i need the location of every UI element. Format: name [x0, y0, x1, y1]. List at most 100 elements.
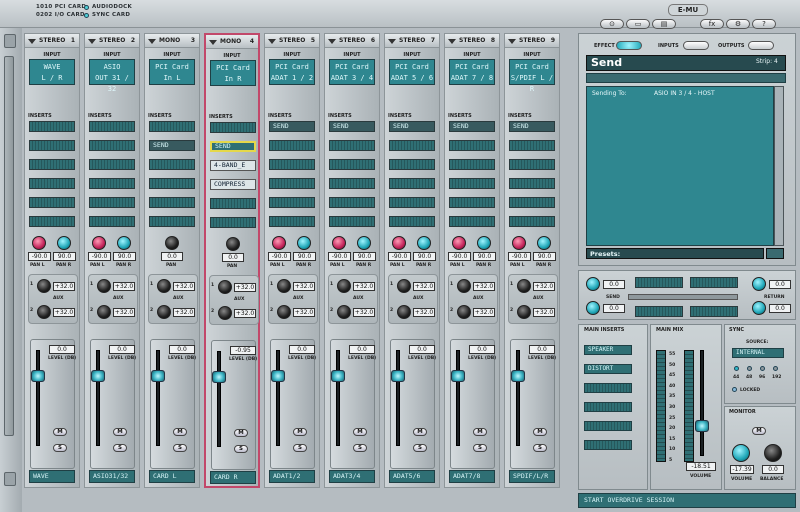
- sync-source[interactable]: INTERNAL: [732, 348, 784, 358]
- insert-slot[interactable]: [149, 121, 195, 132]
- pan-left-value[interactable]: -90.0: [448, 252, 471, 261]
- strip-menu-icon[interactable]: [268, 39, 276, 44]
- solo-button[interactable]: S: [473, 444, 487, 452]
- input-source-display[interactable]: WAVE L / R: [29, 59, 75, 85]
- fader-thumb[interactable]: [511, 370, 525, 382]
- insert-slot[interactable]: [29, 197, 75, 208]
- strip-menu-icon[interactable]: [448, 39, 456, 44]
- aux-1-value[interactable]: +32.0: [473, 282, 495, 291]
- pan-value[interactable]: 0.0: [161, 252, 183, 261]
- fader-track[interactable]: [516, 350, 520, 446]
- aux-2-value[interactable]: +32.0: [53, 308, 75, 317]
- level-value[interactable]: 0.0: [49, 345, 75, 354]
- strip-name[interactable]: WAVE: [29, 470, 75, 483]
- pan-left-value[interactable]: -90.0: [268, 252, 291, 261]
- send-value-2[interactable]: 0.0: [603, 304, 625, 313]
- send-knob-1[interactable]: [586, 277, 600, 291]
- aux-1-knob[interactable]: [397, 279, 411, 293]
- pan-left-knob[interactable]: [272, 236, 286, 250]
- strip-name[interactable]: ADAT3/4: [329, 470, 375, 483]
- input-source-display[interactable]: ASIO OUT 31 / 32: [89, 59, 135, 93]
- insert-slot[interactable]: [29, 121, 75, 132]
- insert-slot[interactable]: [210, 217, 256, 228]
- insert-slot[interactable]: [149, 178, 195, 189]
- aux-2-value[interactable]: +32.0: [293, 308, 315, 317]
- mute-button[interactable]: M: [113, 428, 127, 436]
- strip-menu-icon[interactable]: [148, 39, 156, 44]
- insert-slot[interactable]: [29, 216, 75, 227]
- insert-slot[interactable]: [29, 140, 75, 151]
- aux-1-value[interactable]: +32.0: [113, 282, 135, 291]
- aux-2-value[interactable]: +32.0: [353, 308, 375, 317]
- insert-slot[interactable]: [149, 216, 195, 227]
- pan-right-value[interactable]: 90.0: [413, 252, 436, 261]
- send-value-1[interactable]: 0.0: [603, 280, 625, 289]
- mute-button[interactable]: M: [293, 428, 307, 436]
- scroll-right-icon[interactable]: [4, 472, 16, 486]
- return-knob-1[interactable]: [752, 277, 766, 291]
- monitor-volume-value[interactable]: -17.39: [730, 465, 754, 474]
- mute-button[interactable]: M: [353, 428, 367, 436]
- save-button[interactable]: ▤: [652, 19, 676, 29]
- aux-2-value[interactable]: +32.0: [413, 308, 435, 317]
- fader-track[interactable]: [276, 350, 280, 446]
- aux-2-knob[interactable]: [37, 305, 51, 319]
- insert-slot[interactable]: SEND: [149, 140, 195, 151]
- insert-slot[interactable]: SEND: [329, 121, 375, 132]
- pan-right-knob[interactable]: [357, 236, 371, 250]
- strip-name[interactable]: ADAT7/8: [449, 470, 495, 483]
- send-slot[interactable]: [690, 306, 738, 317]
- aux-1-value[interactable]: +32.0: [533, 282, 555, 291]
- pan-left-knob[interactable]: [92, 236, 106, 250]
- main-insert-slot[interactable]: [584, 383, 632, 393]
- aux-1-knob[interactable]: [97, 279, 111, 293]
- strip-name[interactable]: CARD L: [149, 470, 195, 483]
- aux-1-knob[interactable]: [157, 279, 171, 293]
- insert-slot[interactable]: [269, 197, 315, 208]
- strip-name[interactable]: ASIO31/32: [89, 470, 135, 483]
- insert-slot[interactable]: [509, 197, 555, 208]
- session-status[interactable]: START OVERDRIVE SESSION: [578, 493, 796, 508]
- insert-slot[interactable]: [269, 178, 315, 189]
- aux-1-value[interactable]: +32.0: [53, 282, 75, 291]
- strip-header[interactable]: STEREO 5: [265, 34, 319, 48]
- level-value[interactable]: 0.0: [409, 345, 435, 354]
- pan-left-value[interactable]: -90.0: [388, 252, 411, 261]
- aux-2-value[interactable]: +32.0: [234, 309, 256, 318]
- level-value[interactable]: 0.0: [109, 345, 135, 354]
- fader-track[interactable]: [217, 351, 221, 447]
- mixer-scrollbar[interactable]: [4, 56, 14, 436]
- insert-slot[interactable]: [449, 178, 495, 189]
- settings-button[interactable]: ⚙: [726, 19, 750, 29]
- pan-right-value[interactable]: 90.0: [473, 252, 496, 261]
- insert-slot[interactable]: [509, 216, 555, 227]
- pan-right-knob[interactable]: [477, 236, 491, 250]
- effect-slider[interactable]: [586, 73, 786, 83]
- fader-track[interactable]: [156, 350, 160, 446]
- monitor-balance-knob[interactable]: [764, 444, 782, 462]
- level-value[interactable]: 0.0: [349, 345, 375, 354]
- sample-rate-led-icon[interactable]: [747, 366, 752, 371]
- insert-slot[interactable]: SEND: [269, 121, 315, 132]
- insert-slot[interactable]: [149, 159, 195, 170]
- aux-1-knob[interactable]: [218, 280, 232, 294]
- solo-button[interactable]: S: [113, 444, 127, 452]
- aux-2-value[interactable]: +32.0: [113, 308, 135, 317]
- insert-slot[interactable]: [389, 159, 435, 170]
- monitor-balance-value[interactable]: 0.0: [762, 465, 784, 474]
- return-knob-2[interactable]: [752, 301, 766, 315]
- strip-menu-icon[interactable]: [88, 39, 96, 44]
- pan-left-knob[interactable]: [332, 236, 346, 250]
- send-knob-2[interactable]: [586, 301, 600, 315]
- input-source-display[interactable]: PCI Card ADAT 7 / 8: [449, 59, 495, 85]
- main-insert-slot[interactable]: DISTORT: [584, 364, 632, 374]
- monitor-mute-button[interactable]: M: [752, 427, 766, 435]
- solo-button[interactable]: S: [533, 444, 547, 452]
- send-scrollbar[interactable]: [774, 86, 784, 246]
- pan-left-knob[interactable]: [392, 236, 406, 250]
- main-volume-value[interactable]: -18.51: [686, 462, 716, 471]
- fader-thumb[interactable]: [451, 370, 465, 382]
- aux-1-knob[interactable]: [277, 279, 291, 293]
- aux-2-knob[interactable]: [397, 305, 411, 319]
- send-slot[interactable]: [635, 277, 683, 288]
